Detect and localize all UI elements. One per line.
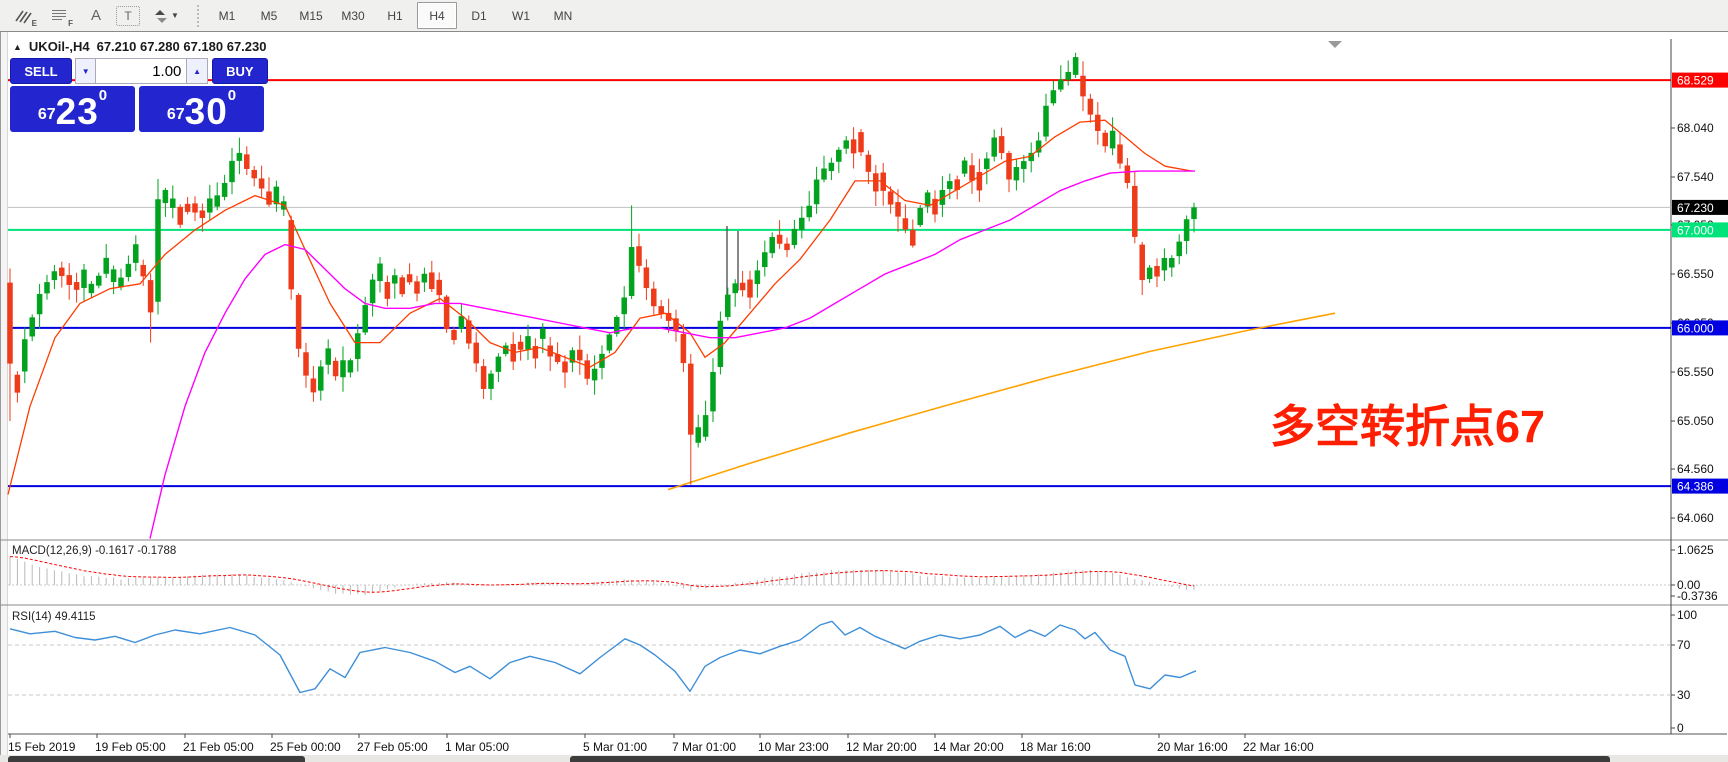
date-axis-label: 15 Feb 2019 (8, 740, 76, 754)
sell-price-display[interactable]: 67 23 0 (10, 86, 135, 132)
buy-button[interactable]: BUY (212, 58, 268, 84)
toolbar-separator (196, 5, 201, 27)
date-axis-label: 27 Feb 05:00 (357, 740, 428, 754)
price-badge-label: 66.000 (1677, 321, 1714, 335)
rsi-scale-label: 0 (1677, 721, 1684, 735)
price-axis-label: 66.550 (1677, 267, 1714, 281)
price-axis-label: 65.550 (1677, 365, 1714, 379)
timeframe-button-m15[interactable]: M15 (291, 2, 331, 29)
sell-price-pips: 23 (56, 93, 99, 130)
text-box-icon[interactable]: T (116, 6, 140, 26)
date-axis-label: 25 Feb 00:00 (270, 740, 341, 754)
timeframe-button-d1[interactable]: D1 (459, 2, 499, 29)
chart-window[interactable]: 68.04067.54067.05066.55066.05065.55065.0… (0, 31, 1728, 761)
macd-scale-label: 1.0625 (1677, 543, 1714, 557)
symbol-label: UKOil-,H4 (29, 39, 90, 54)
price-axis-label: 64.060 (1677, 511, 1714, 525)
timeframe-button-h1[interactable]: H1 (375, 2, 415, 29)
date-axis-label: 1 Mar 05:00 (445, 740, 509, 754)
toolbar-icon-group: E F A T ▼ (0, 3, 186, 29)
date-axis-label: 5 Mar 01:00 (583, 740, 647, 754)
bottom-tab-segment[interactable] (570, 756, 1610, 762)
dropdown-caret-icon[interactable]: ▼ (171, 11, 179, 20)
bottom-tab-segment[interactable] (8, 756, 305, 762)
timeframe-button-w1[interactable]: W1 (501, 2, 541, 29)
buy-price-integer: 67 (167, 100, 185, 130)
one-click-trade-panel: SELL ▼ ▲ BUY 67 23 0 67 30 0 (10, 58, 268, 132)
ohlc-values: 67.210 67.280 67.180 67.230 (97, 39, 267, 54)
price-axis-label: 65.050 (1677, 414, 1714, 428)
timeframe-button-group: M1M5M15M30H1H4D1W1MN (207, 2, 583, 29)
grid-template-icon[interactable]: F (44, 3, 76, 29)
rsi-indicator-label: RSI(14) 49.4115 (12, 611, 96, 623)
timeframe-button-m1[interactable]: M1 (207, 2, 247, 29)
date-axis-label: 12 Mar 20:00 (846, 740, 917, 754)
date-axis-label: 10 Mar 23:00 (758, 740, 829, 754)
price-badge-label: 64.386 (1677, 480, 1714, 494)
date-axis-label: 18 Mar 16:00 (1020, 740, 1091, 754)
date-axis-label: 20 Mar 16:00 (1157, 740, 1228, 754)
rsi-line (10, 621, 1196, 692)
macd-signal-line (10, 557, 1194, 593)
timeframe-button-m30[interactable]: M30 (333, 2, 373, 29)
price-axis-label: 68.040 (1677, 121, 1714, 135)
sell-price-integer: 67 (38, 100, 56, 130)
volume-input[interactable] (96, 58, 186, 84)
volume-increase-button[interactable]: ▲ (186, 58, 207, 84)
rsi-scale-label: 30 (1677, 688, 1691, 702)
price-badge-label: 67.230 (1677, 201, 1714, 215)
chart-title: ▲ UKOil-,H4 67.210 67.280 67.180 67.230 (13, 39, 266, 54)
date-axis-label: 21 Feb 05:00 (183, 740, 254, 754)
sell-button[interactable]: SELL (10, 58, 72, 84)
timeframe-button-mn[interactable]: MN (543, 2, 583, 29)
price-badge-label: 67.000 (1677, 223, 1714, 237)
chart-text-annotation: 多空转折点67 (1270, 390, 1545, 455)
timeframe-button-m5[interactable]: M5 (249, 2, 289, 29)
buy-price-display[interactable]: 67 30 0 (139, 86, 264, 132)
date-axis-label: 7 Mar 01:00 (672, 740, 736, 754)
macd-indicator-label: MACD(12,26,9) -0.1617 -0.1788 (12, 545, 176, 557)
buy-price-pips: 30 (185, 93, 228, 130)
top-toolbar: E F A T ▼ M1M5M15M30H1H4D1 (0, 0, 1728, 32)
sell-price-point: 0 (99, 88, 107, 103)
macd-scale-label: -0.3736 (1677, 589, 1718, 603)
rsi-scale-label: 100 (1677, 608, 1697, 622)
price-badge-label: 68.529 (1677, 74, 1714, 88)
label-a-icon[interactable]: A (80, 3, 112, 29)
collapse-arrow-icon[interactable]: ▲ (13, 42, 22, 52)
rsi-scale-label: 70 (1677, 638, 1691, 652)
date-axis-label: 19 Feb 05:00 (95, 740, 166, 754)
indicators-hatch-icon[interactable]: E (8, 3, 40, 29)
date-axis-label: 22 Mar 16:00 (1243, 740, 1314, 754)
date-axis-label: 14 Mar 20:00 (933, 740, 1004, 754)
cycle-arrows-icon[interactable]: ▼ (144, 3, 186, 29)
price-axis-label: 67.540 (1677, 170, 1714, 184)
timeframe-button-h4[interactable]: H4 (417, 2, 457, 29)
volume-decrease-button[interactable]: ▼ (75, 58, 96, 84)
price-axis-label: 64.560 (1677, 462, 1714, 476)
mt4-application: E F A T ▼ M1M5M15M30H1H4D1 (0, 0, 1728, 761)
buy-price-point: 0 (228, 88, 236, 103)
